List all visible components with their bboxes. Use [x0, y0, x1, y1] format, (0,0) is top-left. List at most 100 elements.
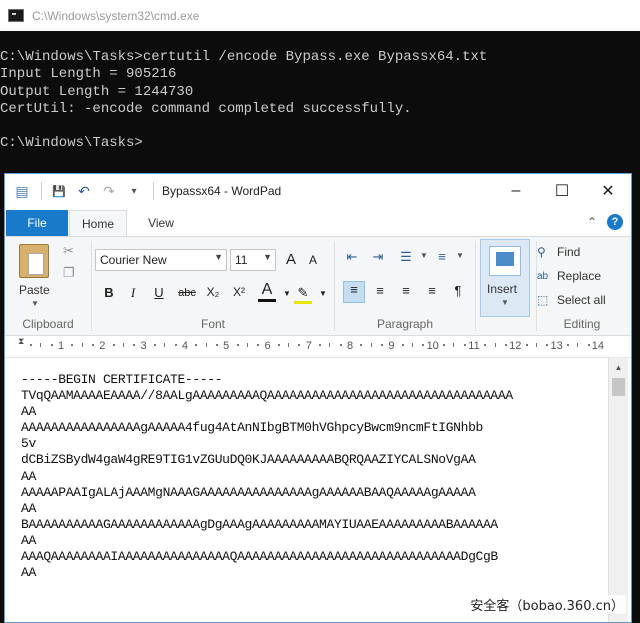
- chevron-down-icon: ▼: [263, 252, 272, 262]
- ruler-tick: [277, 344, 280, 346]
- document-line: AA: [21, 500, 36, 516]
- ruler-tick: [236, 344, 239, 346]
- ruler-number: 4: [181, 340, 188, 352]
- ruler-tick: [215, 344, 218, 346]
- tab-file[interactable]: File: [6, 210, 68, 236]
- ruler-tick: [112, 344, 115, 346]
- chevron-down-icon[interactable]: ▼: [314, 289, 332, 298]
- ruler-number: 1: [57, 340, 65, 352]
- cmd-titlebar[interactable]: C:\Windows\system32\cmd.exe: [0, 0, 640, 31]
- collapse-ribbon-icon[interactable]: ⌃: [587, 215, 597, 229]
- indent-marker-icon[interactable]: ⧗: [18, 336, 24, 347]
- ruler-number: 13: [550, 340, 563, 352]
- grow-font-button[interactable]: A: [282, 251, 300, 268]
- ruler-tick: [133, 344, 136, 346]
- italic-button[interactable]: I: [124, 285, 142, 301]
- text-color-button[interactable]: A: [258, 281, 276, 302]
- ruler-tick: [360, 344, 363, 346]
- wordpad-app-icon[interactable]: ▤: [14, 183, 30, 200]
- document-line: AA: [21, 404, 36, 420]
- chevron-down-icon[interactable]: ▼: [415, 251, 433, 260]
- tab-home[interactable]: Home: [69, 210, 127, 236]
- align-left-icon[interactable]: ≡: [343, 281, 365, 303]
- find-button[interactable]: ⚲ Find: [537, 245, 580, 259]
- shrink-font-button[interactable]: A: [304, 253, 322, 267]
- superscript-button[interactable]: X²: [230, 285, 248, 299]
- scroll-up-icon[interactable]: ▲: [609, 358, 628, 376]
- document-line: AAAQAAAAAAAAIAAAAAAAAAAAAAAAQAAAAAAAAAAA…: [21, 549, 498, 565]
- document-line: -----BEGIN CERTIFICATE-----: [21, 372, 223, 387]
- document-line: dCBiZSBydW4gaW4gRE9TIG1vZGUuDQ0KJAAAAAAA…: [21, 452, 476, 468]
- subscript-button[interactable]: X₂: [204, 285, 222, 299]
- underline-button[interactable]: U: [150, 285, 168, 300]
- quick-access-toolbar: ▤ 💾 ↶ ↷ ▾: [14, 182, 154, 200]
- decrease-indent-icon[interactable]: ⇤: [343, 249, 361, 265]
- font-size-select[interactable]: 11 ▼: [230, 249, 276, 271]
- document-area[interactable]: -----BEGIN CERTIFICATE----- TVqQAAMAAAAEA…: [5, 358, 605, 622]
- line-spacing-icon[interactable]: ≡: [433, 249, 451, 264]
- ruler-tick: [494, 343, 496, 347]
- font-group: Courier New ▼ 11 ▼ A A B I U abc X₂ X² A…: [92, 237, 334, 335]
- ruler-tick: [50, 344, 53, 346]
- chevron-down-icon[interactable]: ▼: [451, 251, 469, 260]
- console-prompt: C:\Windows\Tasks>: [0, 135, 143, 152]
- ruler-tick: [174, 344, 177, 346]
- cmd-window-title: C:\Windows\system32\cmd.exe: [32, 8, 200, 23]
- group-divider: [475, 241, 476, 331]
- insert-button[interactable]: Insert ▼: [480, 239, 530, 317]
- bullet-list-icon[interactable]: ☰: [397, 249, 415, 265]
- increase-indent-icon[interactable]: ⇥: [369, 249, 387, 265]
- minimize-button[interactable]: –: [493, 174, 539, 208]
- cut-icon[interactable]: ✂: [63, 243, 74, 259]
- replace-button[interactable]: ab Replace: [537, 269, 601, 283]
- paragraph-group: ⇤ ⇥ ☰ ▼ ≡ ▼ ≡ ≡ ≡ ≡ ¶ Paragraph: [335, 237, 475, 335]
- justify-icon[interactable]: ≡: [423, 283, 441, 298]
- copy-icon[interactable]: ❐: [63, 265, 75, 281]
- align-right-icon[interactable]: ≡: [397, 283, 415, 298]
- maximize-button[interactable]: ☐: [539, 174, 585, 208]
- picture-icon: [489, 246, 521, 276]
- ruler-tick: [257, 344, 260, 346]
- ribbon-tabs: File Home View ⌃ ?: [5, 208, 631, 236]
- redo-icon[interactable]: ↷: [101, 183, 117, 200]
- help-icon[interactable]: ?: [607, 214, 623, 230]
- paste-dropdown-icon[interactable]: ▼: [31, 299, 39, 308]
- align-center-icon[interactable]: ≡: [371, 283, 389, 298]
- wordpad-titlebar[interactable]: ▤ 💾 ↶ ↷ ▾ Bypassx64 - WordPad – ☐ ✕: [5, 174, 631, 208]
- scroll-thumb[interactable]: [612, 378, 625, 396]
- save-icon[interactable]: 💾: [51, 185, 67, 198]
- ruler-tick: [422, 344, 425, 346]
- cmd-console[interactable]: C:\Windows\Tasks>certutil /encode Bypass…: [0, 31, 640, 171]
- ruler-tick: [463, 344, 466, 346]
- ruler-number: 5: [223, 340, 230, 352]
- vertical-scrollbar[interactable]: ▲: [608, 358, 628, 622]
- ruler[interactable]: ⧗ 1 2 3 4 5 6 7 8 9 10 11 12 13 14: [5, 336, 631, 358]
- console-line: CertUtil: -encode command completed succ…: [0, 100, 412, 117]
- font-family-value: Courier New: [100, 253, 167, 267]
- highlight-button[interactable]: ✎: [294, 285, 312, 304]
- font-family-select[interactable]: Courier New ▼: [95, 249, 227, 271]
- paste-icon[interactable]: [19, 244, 49, 278]
- editing-group: ⚲ Find ab Replace ⬚ Select all Editing: [537, 237, 627, 335]
- strikethrough-button[interactable]: abc: [176, 287, 198, 299]
- select-all-button[interactable]: ⬚ Select all: [537, 293, 606, 307]
- font-size-value: 11: [235, 253, 248, 267]
- undo-icon[interactable]: ↶: [76, 183, 92, 200]
- tab-view[interactable]: View: [133, 210, 189, 236]
- document-line: AA: [21, 565, 36, 581]
- wordpad-window: ▤ 💾 ↶ ↷ ▾ Bypassx64 - WordPad – ☐ ✕ File…: [4, 173, 632, 623]
- customize-toolbar-icon[interactable]: ▾: [126, 186, 142, 197]
- paste-button[interactable]: Paste: [19, 283, 50, 297]
- ruler-number: 3: [140, 340, 147, 352]
- ruler-tick: [443, 344, 446, 346]
- cmd-icon: [8, 9, 24, 22]
- close-button[interactable]: ✕: [585, 174, 631, 208]
- paragraph-settings-icon[interactable]: ¶: [449, 283, 467, 298]
- ruler-tick: [566, 344, 569, 346]
- ruler-tick: [153, 344, 156, 346]
- clipboard-group: Paste ▼ ✂ ❐ Clipboard: [5, 237, 91, 335]
- bold-button[interactable]: B: [100, 285, 118, 300]
- ruler-tick: [535, 343, 537, 347]
- ruler-tick: [329, 343, 331, 347]
- ruler-tick: [288, 343, 290, 347]
